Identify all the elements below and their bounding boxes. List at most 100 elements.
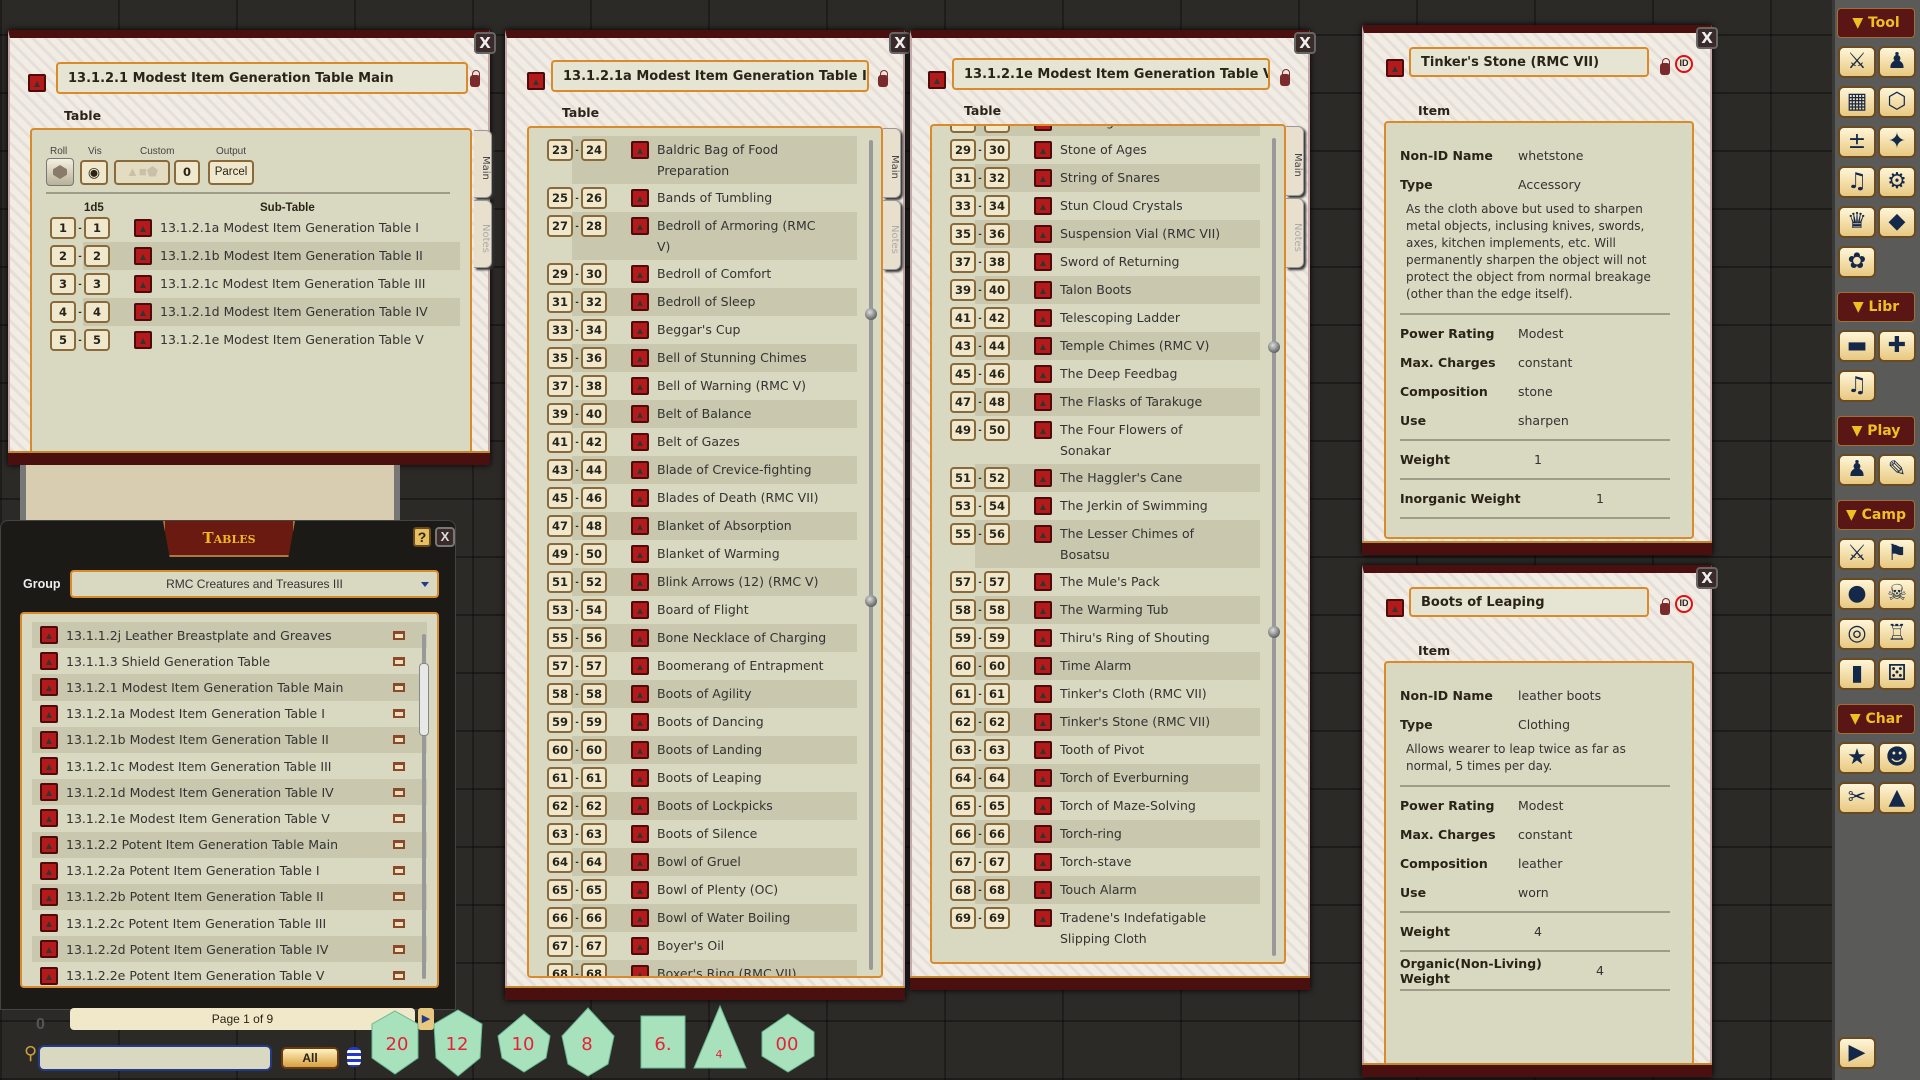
range-from[interactable]: 55 (547, 627, 573, 649)
table-record-icon[interactable] (40, 966, 58, 985)
range-from[interactable]: 37 (547, 375, 573, 397)
weight-value[interactable]: 4 (1534, 924, 1542, 939)
item-link-icon[interactable] (631, 741, 649, 759)
lock-icon[interactable] (878, 70, 888, 87)
range-from[interactable]: 43 (547, 459, 573, 481)
item-link-icon[interactable] (1034, 393, 1052, 411)
item-link-icon[interactable] (1034, 853, 1052, 871)
table-row[interactable]: 27-28 Bedroll of Armoring (RMC V) (547, 212, 857, 260)
range-from[interactable]: 41 (950, 307, 976, 329)
encounters-icon[interactable]: ⚔ (1838, 538, 1876, 570)
item-link-icon[interactable] (1034, 741, 1052, 759)
item-link-icon[interactable] (1034, 825, 1052, 843)
range-from[interactable]: 64 (547, 851, 573, 873)
sidebar-section-header[interactable]: ▼ Char (1837, 704, 1915, 734)
item-link-icon[interactable] (1034, 337, 1052, 355)
range-to[interactable]: 58 (581, 683, 607, 705)
table-row[interactable]: 68-68 Touch Alarm (950, 876, 1260, 904)
table-record-icon[interactable] (40, 887, 58, 906)
table-row[interactable]: 69-69 Tradene's Indefatigable Slipping C… (950, 904, 1260, 952)
range-to[interactable]: 5 (84, 329, 110, 351)
range-to[interactable]: 67 (581, 935, 607, 957)
range-from[interactable]: 2 (50, 245, 76, 267)
item-link-icon[interactable] (1034, 169, 1052, 187)
use-value[interactable]: worn (1518, 885, 1549, 900)
range-from[interactable]: 39 (950, 279, 976, 301)
range-to[interactable]: 40 (581, 403, 607, 425)
item-link-icon[interactable] (1034, 629, 1052, 647)
item-link-icon[interactable] (134, 275, 152, 293)
range-to[interactable]: 38 (581, 375, 607, 397)
scrollbar-thumb-bottom[interactable] (1268, 626, 1280, 638)
range-from[interactable]: 53 (950, 495, 976, 517)
list-menu-icon[interactable] (347, 1047, 361, 1067)
book-icon[interactable] (393, 709, 405, 719)
type-value[interactable]: Clothing (1518, 717, 1570, 732)
item-link-icon[interactable] (631, 797, 649, 815)
range-to[interactable]: 52 (581, 571, 607, 593)
range-from[interactable]: 53 (547, 599, 573, 621)
book-icon[interactable] (393, 761, 405, 771)
table-row[interactable]: 68-68 Boxer's Ring (RMC VII) (547, 960, 857, 976)
options-icon[interactable]: ⚙ (1878, 166, 1916, 198)
item-link-icon[interactable] (631, 265, 649, 283)
range-to[interactable]: 61 (581, 767, 607, 789)
table-row[interactable]: 31-32 Bedroll of Sleep (547, 288, 857, 316)
lock-icon[interactable] (1660, 598, 1670, 615)
item-link-icon[interactable] (1034, 421, 1052, 439)
table-row[interactable]: 37-38 Bell of Warning (RMC V) (547, 372, 857, 400)
die-d8[interactable]: 8 (561, 1007, 615, 1077)
item-link-icon[interactable] (1034, 601, 1052, 619)
table-record-icon[interactable] (40, 914, 58, 933)
item-link-icon[interactable] (1034, 797, 1052, 815)
range-to[interactable]: 48 (581, 515, 607, 537)
filter-all-button[interactable]: All (281, 1047, 339, 1069)
item-link-icon[interactable] (1034, 497, 1052, 515)
range-from[interactable]: 49 (547, 543, 573, 565)
book-icon[interactable] (393, 840, 405, 850)
range-from[interactable]: 27 (547, 215, 573, 237)
table-row[interactable]: 33-34 Beggar's Cup (547, 316, 857, 344)
skills-icon[interactable]: ✂ (1838, 782, 1876, 814)
table-row[interactable]: 4-4 13.1.2.1d Modest Item Generation Tab… (50, 298, 460, 326)
table-row[interactable]: 65-65 Torch of Maze-Solving (950, 792, 1260, 820)
range-to[interactable]: 62 (984, 711, 1010, 733)
table-row[interactable]: 66-66 Torch-ring (950, 820, 1260, 848)
table-record-icon[interactable] (40, 626, 58, 645)
custom-dice-field[interactable]: ▲■⬟ (114, 160, 170, 185)
players-icon[interactable]: ♟ (1838, 454, 1876, 486)
record-title-field[interactable]: 13.1.2.1e Modest Item Generation Table V (952, 58, 1270, 90)
table-row[interactable]: 43-44 Temple Chimes (RMC V) (950, 332, 1260, 360)
range-from[interactable]: 65 (950, 795, 976, 817)
table-row[interactable]: 62-62 Boots of Lockpicks (547, 792, 857, 820)
range-from[interactable]: 62 (950, 711, 976, 733)
range-from[interactable]: 45 (950, 363, 976, 385)
range-from[interactable]: 37 (950, 251, 976, 273)
range-from[interactable]: 3 (50, 273, 76, 295)
range-from[interactable]: 51 (950, 467, 976, 489)
list-item[interactable]: 13.1.2.1d Modest Item Generation Table I… (32, 779, 427, 806)
range-to[interactable]: 59 (581, 711, 607, 733)
range-to[interactable]: 50 (984, 419, 1010, 441)
group-dropdown[interactable]: RMC Creatures and Treasures III (70, 570, 439, 598)
item-link-icon[interactable] (631, 769, 649, 787)
range-to[interactable]: 67 (984, 851, 1010, 873)
record-title-field[interactable]: 13.1.2.1a Modest Item Generation Table I (551, 60, 869, 92)
range-to[interactable]: 38 (984, 251, 1010, 273)
range-to[interactable]: 4 (84, 301, 110, 323)
table-row[interactable]: 31-32 String of Snares (950, 164, 1260, 192)
item-link-icon[interactable] (1034, 253, 1052, 271)
table-row[interactable]: 61-61 Boots of Leaping (547, 764, 857, 792)
item-link-icon[interactable] (631, 825, 649, 843)
item-link-icon[interactable] (631, 713, 649, 731)
list-item[interactable]: 13.1.2.2d Potent Item Generation Table I… (32, 936, 427, 963)
range-to[interactable]: 34 (984, 195, 1010, 217)
range-to[interactable]: 40 (984, 279, 1010, 301)
range-from[interactable]: 55 (950, 523, 976, 545)
item-link-icon[interactable] (134, 219, 152, 237)
classes-icon[interactable]: ★ (1838, 742, 1876, 774)
item-link-icon[interactable] (631, 349, 649, 367)
library-icon[interactable]: ▬ (1838, 330, 1876, 362)
range-from[interactable]: 68 (950, 879, 976, 901)
range-from[interactable]: 25 (547, 187, 573, 209)
